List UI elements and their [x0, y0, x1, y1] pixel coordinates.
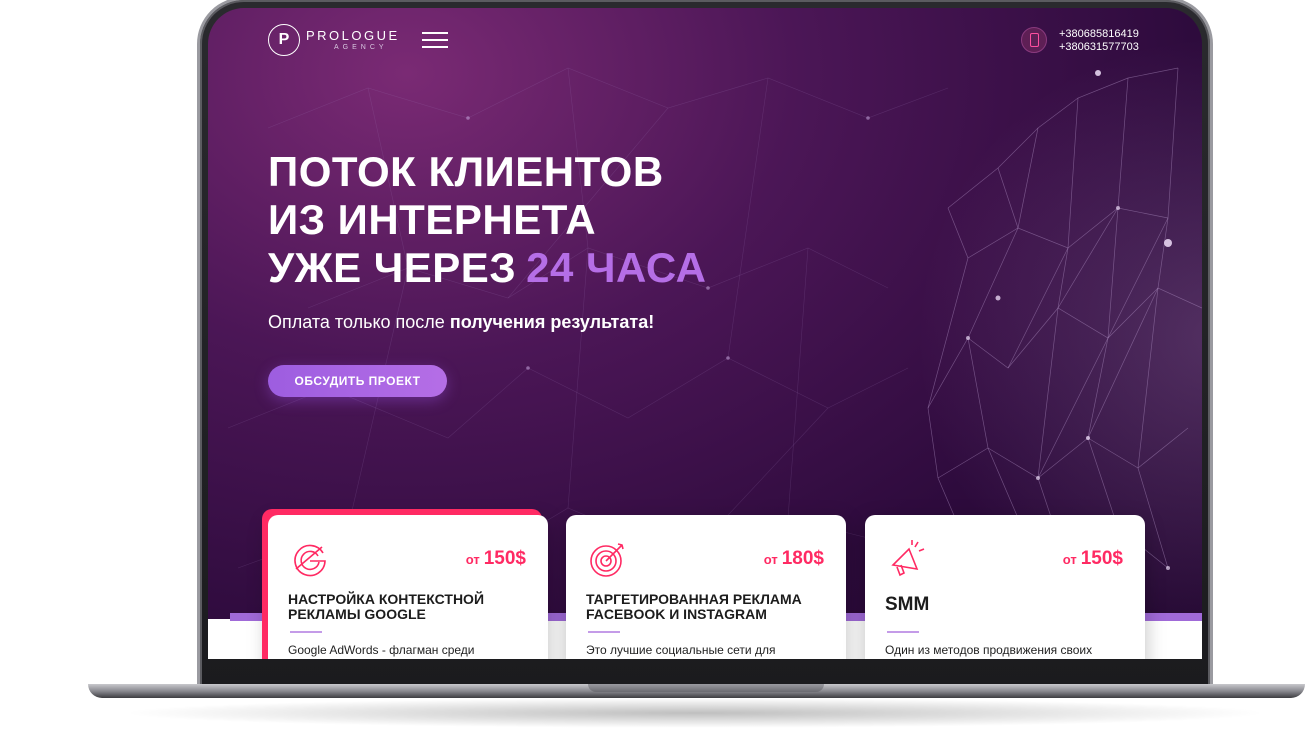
service-card-google[interactable]: от 150$ НАСТРОЙКА КОНТЕКСТНОЙ РЕКЛАМЫ GOO… — [268, 515, 548, 659]
website-screen: P PROLOGUE AGENCY +380685816419 +3806315… — [208, 8, 1202, 659]
logo-subtitle: AGENCY — [334, 44, 388, 51]
card-divider — [887, 631, 919, 633]
price-prefix: от — [465, 552, 480, 567]
phone-link-1[interactable]: +380685816419 — [1059, 28, 1139, 41]
card-title: ТАРГЕТИРОВАННАЯ РЕКЛАМА FACEBOOK И INSTA… — [586, 591, 802, 622]
price-prefix: от — [1062, 552, 1077, 567]
card-price: от 150$ — [466, 548, 526, 570]
card-title: НАСТРОЙКА КОНТЕКСТНОЙ РЕКЛАМЫ GOOGLE — [288, 591, 485, 622]
google-icon — [294, 544, 326, 577]
phone-numbers: +380685816419 +380631577703 — [1059, 28, 1139, 54]
card-text: Один из методов продвижения своих — [885, 643, 1093, 657]
hero-title-accent: 24 ЧАСА — [526, 244, 707, 291]
card-title: SMM — [885, 594, 930, 615]
price-value: 180$ — [781, 548, 824, 569]
logo-name: PROLOGUE — [306, 28, 400, 43]
card-price: от 150$ — [1063, 548, 1123, 570]
price-prefix: от — [763, 552, 778, 567]
card-divider — [588, 631, 620, 633]
hero-title: ПОТОК КЛИЕНТОВ ИЗ ИНТЕРНЕТА УЖЕ ЧЕРЕЗ 24 … — [268, 148, 706, 292]
price-value: 150$ — [483, 548, 526, 569]
hero-title-line-2: ИЗ ИНТЕРНЕТА — [268, 196, 597, 243]
card-text: Это лучшие социальные сети для — [586, 643, 776, 657]
laptop-notch — [588, 684, 824, 692]
service-card-facebook[interactable]: от 180$ ТАРГЕТИРОВАННАЯ РЕКЛАМА FACEBOOK … — [566, 515, 846, 659]
hero-title-line-1: ПОТОК КЛИЕНТОВ — [268, 148, 664, 195]
brand-logo[interactable]: P PROLOGUE AGENCY — [268, 24, 400, 56]
service-card-smm[interactable]: от 150$ SMM Один из методов продвижения с… — [865, 515, 1145, 659]
phone-icon — [1021, 27, 1047, 53]
hero-title-line-3: УЖЕ ЧЕРЕЗ — [268, 244, 517, 291]
card-price: от 180$ — [764, 548, 824, 570]
card-divider — [290, 631, 322, 633]
target-icon — [590, 543, 624, 577]
logo-mark: P — [268, 24, 300, 56]
price-value: 150$ — [1080, 548, 1123, 569]
megaphone-icon — [891, 540, 925, 577]
hero-subtitle-regular: Оплата только после — [268, 312, 450, 332]
hero-subtitle: Оплата только после получения результата… — [268, 312, 654, 333]
hamburger-menu-icon[interactable] — [422, 32, 448, 50]
hero-subtitle-bold: получения результата! — [449, 312, 655, 332]
laptop-shadow — [120, 698, 1270, 728]
phone-link-2[interactable]: +380631577703 — [1059, 41, 1139, 54]
discuss-project-button[interactable]: ОБСУДИТЬ ПРОЕКТ — [268, 365, 447, 397]
card-text: Google AdWords - флагман среди — [288, 643, 475, 657]
